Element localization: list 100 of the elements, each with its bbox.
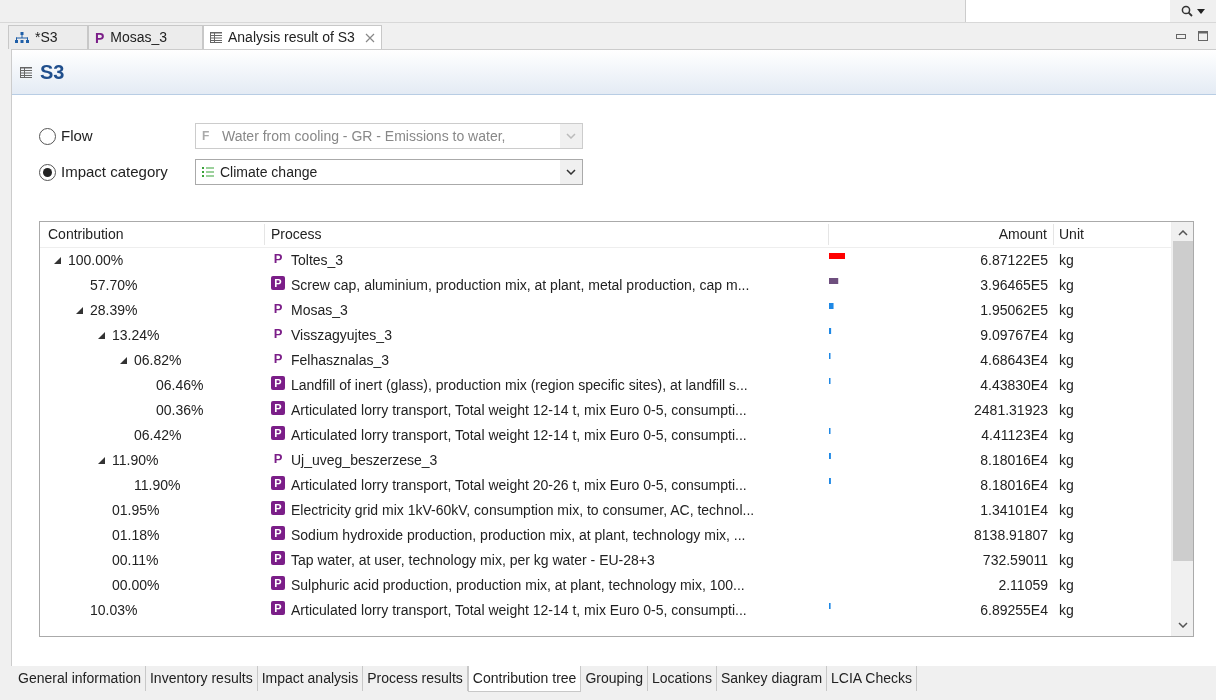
dropdown-icon[interactable]	[1197, 8, 1205, 14]
page-tab[interactable]: Inventory results	[145, 666, 258, 691]
amount-value: 3.96465E5	[979, 276, 1049, 295]
list-icon	[202, 166, 214, 178]
contribution-value: 57.70%	[90, 276, 138, 295]
unit-value: kg	[1058, 351, 1074, 370]
close-icon[interactable]	[364, 32, 375, 43]
process-icon: P	[271, 252, 285, 265]
contribution-value: 10.03%	[90, 601, 138, 620]
process-name: Sulphuric acid production, production mix, at plant, technology mix, 100...	[291, 576, 745, 595]
unit-value: kg	[1058, 476, 1074, 495]
page-tab[interactable]: Locations	[647, 666, 717, 691]
expand-triangle-icon[interactable]	[98, 332, 105, 339]
process-icon: P	[271, 576, 285, 590]
contribution-value: 28.39%	[90, 301, 138, 320]
expand-triangle-icon[interactable]	[54, 257, 61, 264]
editor-tab[interactable]: *S3	[8, 25, 88, 49]
amount-value: 9.09767E4	[979, 326, 1049, 345]
search-field[interactable]	[965, 0, 1170, 22]
process-name: Screw cap, aluminium, production mix, at plant, metal production, cap m...	[291, 276, 750, 295]
page-tab[interactable]: Impact analysis	[257, 666, 364, 691]
contribution-value: 06.46%	[156, 376, 204, 395]
process-name: Felhasznalas_3	[291, 351, 390, 370]
search-icon[interactable]	[1181, 5, 1193, 17]
combo-value: Climate change	[220, 162, 319, 182]
process-icon: P	[271, 526, 285, 540]
page-tab[interactable]: Process results	[363, 666, 468, 691]
scrollbar-thumb[interactable]	[1172, 241, 1193, 561]
process-icon: P	[271, 352, 285, 365]
hierarchy-icon	[15, 31, 29, 44]
amount-value: 4.68643E4	[979, 351, 1049, 370]
unit-value: kg	[1058, 601, 1074, 620]
contribution-value: 01.18%	[112, 526, 160, 545]
contribution-value: 100.00%	[68, 251, 124, 270]
radio-button[interactable]	[39, 163, 56, 181]
page-tab[interactable]: Sankey diagram	[716, 666, 828, 691]
editor-tab[interactable]: Analysis result of S3	[203, 25, 382, 49]
contribution-value: 06.42%	[134, 426, 182, 445]
unit-value: kg	[1058, 326, 1074, 345]
combo-box[interactable]: Climate change	[195, 159, 583, 185]
unit-value: kg	[1058, 376, 1074, 395]
tab-label: *S3	[35, 28, 58, 47]
unit-value: kg	[1058, 276, 1074, 295]
amount-value: 8138.91807	[973, 526, 1049, 545]
page-tab[interactable]: Grouping	[581, 666, 648, 691]
process-name: Articulated lorry transport, Total weight 12-14 t, mix Euro 0-5, consumpti...	[291, 401, 747, 420]
editor-tab[interactable]: P Mosas_3	[88, 25, 203, 49]
contribution-value: 01.95%	[112, 501, 160, 520]
process-icon: P	[271, 401, 285, 415]
process-name: Tap water, at user, technology mix, per kg water - EU-28+3	[291, 551, 655, 570]
contribution-value: 11.90%	[134, 476, 181, 495]
scroll-up-icon[interactable]	[1177, 230, 1188, 236]
process-name: Articulated lorry transport, Total weight 20-26 t, mix Euro 0-5, consumpti...	[291, 476, 747, 495]
unit-value: kg	[1058, 551, 1074, 570]
process-icon: P	[271, 276, 285, 290]
contribution-value: 00.36%	[156, 401, 204, 420]
process-icon: P	[271, 452, 285, 465]
expand-triangle-icon[interactable]	[76, 307, 83, 314]
process-icon: P	[271, 601, 285, 615]
tab-label: Mosas_3	[110, 28, 168, 47]
unit-value: kg	[1058, 451, 1074, 470]
scrollbar[interactable]	[1171, 222, 1193, 636]
process-name: Electricity grid mix 1kV-60kV, consumption mix, to consumer, AC, technol...	[291, 501, 755, 520]
contribution-value: 06.82%	[134, 351, 182, 370]
unit-value: kg	[1058, 576, 1074, 595]
radio-label: Impact category	[61, 161, 168, 182]
flow-icon: F	[202, 127, 216, 145]
process-name: Sodium hydroxide production, production mix, at plant, technology mix, ...	[291, 526, 746, 545]
amount-value: 6.89255E4	[979, 601, 1049, 620]
column-header[interactable]: Amount	[829, 224, 1054, 245]
scroll-down-icon[interactable]	[1177, 622, 1188, 628]
radio-label: Flow	[61, 125, 93, 146]
contribution-value: 00.11%	[112, 551, 159, 570]
process-name: Toltes_3	[291, 251, 344, 270]
page-tab[interactable]: Contribution tree	[467, 666, 582, 692]
minimize-icon[interactable]	[1176, 33, 1186, 39]
process-icon: P	[271, 327, 285, 340]
process-icon: P	[271, 302, 285, 315]
column-header[interactable]: Unit	[1054, 224, 1171, 245]
page-tab[interactable]: General information	[14, 666, 146, 691]
combo-value: Water from cooling - GR - Emissions to water,	[222, 126, 507, 146]
column-header[interactable]: Contribution	[40, 224, 265, 245]
page-tab[interactable]: LCIA Checks	[827, 666, 917, 691]
contribution-value: 11.90%	[112, 451, 159, 470]
process-name: Landfill of inert (glass), production mix (region specific sites), at landfill s...	[291, 376, 748, 395]
table-icon	[210, 32, 222, 43]
column-header[interactable]: Process	[265, 224, 829, 245]
chevron-down-icon[interactable]	[566, 169, 576, 175]
process-name: Articulated lorry transport, Total weight 12-14 t, mix Euro 0-5, consumpti...	[291, 601, 747, 620]
expand-triangle-icon[interactable]	[120, 357, 127, 364]
editor-title: S3	[40, 60, 65, 85]
expand-triangle-icon[interactable]	[98, 457, 105, 464]
maximize-icon[interactable]	[1198, 31, 1208, 41]
process-name: Mosas_3	[291, 301, 348, 320]
amount-value: 1.95062E5	[979, 301, 1049, 320]
process-icon: P	[271, 426, 285, 440]
process-name: Uj_uveg_beszerzese_3	[291, 451, 438, 470]
amount-value: 8.18016E4	[979, 476, 1049, 495]
contribution-value: 00.00%	[112, 576, 160, 595]
process-icon: P	[271, 551, 285, 565]
